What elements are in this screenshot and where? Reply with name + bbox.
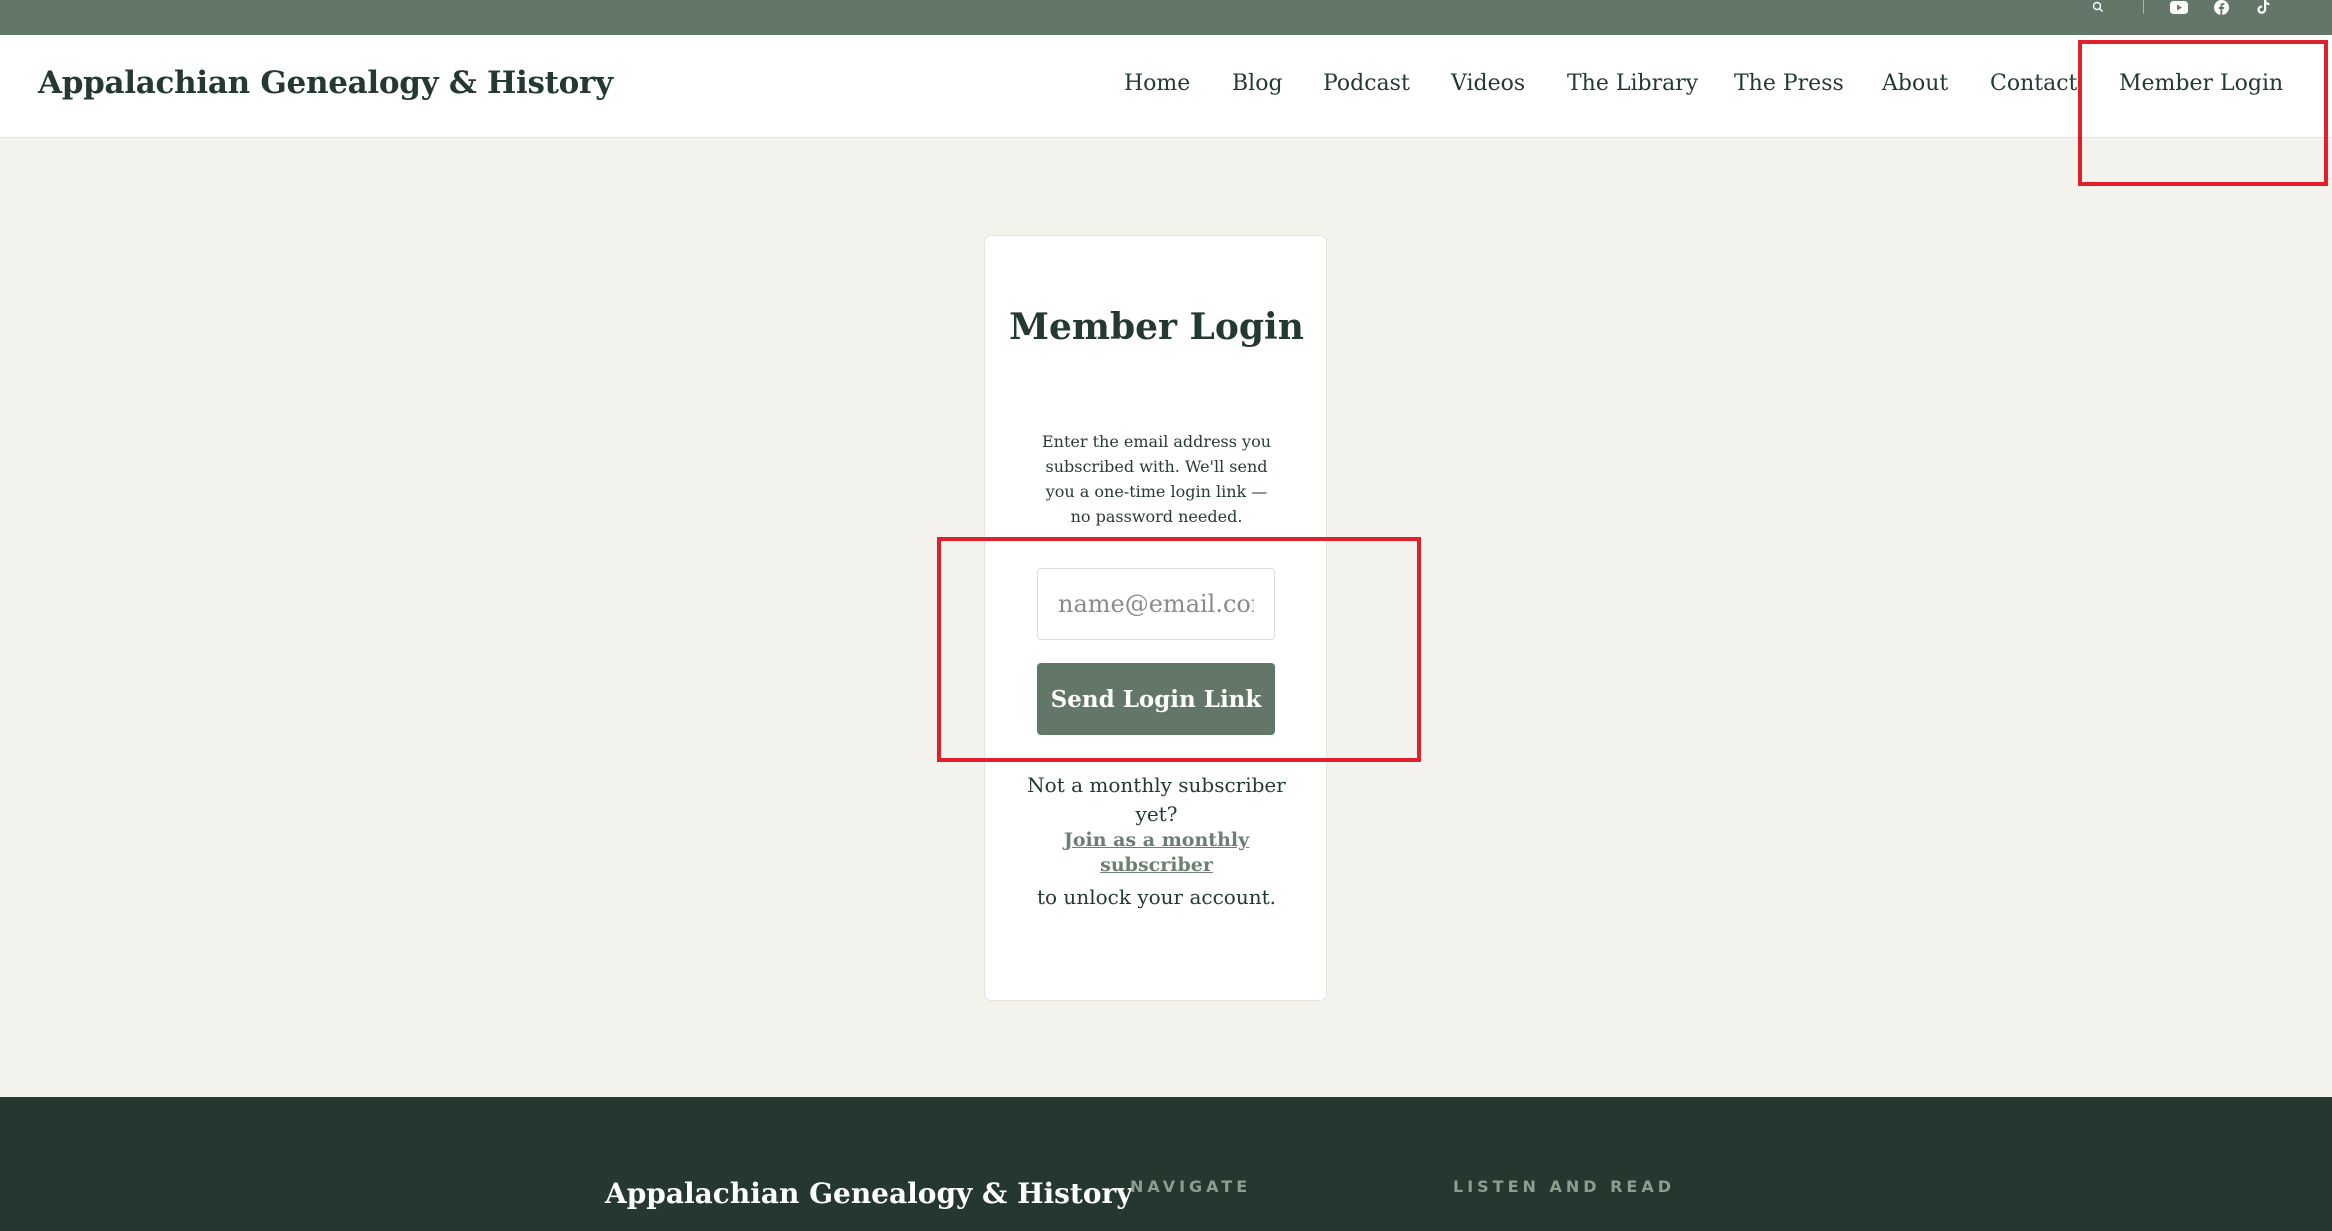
login-title: Member Login — [985, 296, 1328, 359]
site-brand[interactable]: Appalachian Genealogy & History — [38, 65, 613, 101]
footer-brand[interactable]: Appalachian Genealogy & History — [605, 1177, 1133, 1210]
facebook-icon[interactable] — [2212, 0, 2230, 15]
site-footer: Appalachian Genealogy & History NAVIGATE… — [0, 1097, 2332, 1231]
login-title-text: Member Login — [1009, 306, 1304, 348]
login-description: Enter the email address you subscribed w… — [1041, 432, 1272, 526]
not-subscriber-text: Not a monthly subscriber yet? — [1027, 773, 1286, 826]
nav-podcast[interactable]: Podcast — [1323, 71, 1410, 96]
nav-member-login[interactable]: Member Login — [2119, 71, 2283, 96]
nav-the-library[interactable]: The Library — [1567, 71, 1698, 96]
footer-heading-listen-and-read: LISTEN AND READ — [1453, 1177, 1676, 1196]
send-login-link-button[interactable]: Send Login Link — [1037, 663, 1275, 735]
nav-about[interactable]: About — [1882, 71, 1948, 96]
tiktok-icon[interactable] — [2255, 0, 2271, 14]
login-card: Member Login Enter the email address you… — [984, 235, 1327, 1001]
footer-heading-navigate: NAVIGATE — [1130, 1177, 1252, 1196]
site-header: Appalachian Genealogy & History Home Blo… — [0, 35, 2332, 138]
search-icon[interactable] — [2090, 0, 2106, 14]
nav-videos[interactable]: Videos — [1451, 71, 1525, 96]
utility-bar — [0, 0, 2332, 35]
nav-the-press[interactable]: The Press — [1734, 71, 1844, 96]
email-input[interactable] — [1037, 568, 1275, 640]
youtube-icon[interactable] — [2169, 0, 2189, 14]
nav-contact[interactable]: Contact — [1990, 71, 2077, 96]
join-subscriber-link[interactable]: Join as a monthly subscriber — [1055, 828, 1258, 878]
utility-divider — [2143, 0, 2144, 14]
nav-home[interactable]: Home — [1124, 71, 1190, 96]
nav-blog[interactable]: Blog — [1232, 71, 1283, 96]
unlock-account-text: to unlock your account. — [1037, 885, 1276, 909]
